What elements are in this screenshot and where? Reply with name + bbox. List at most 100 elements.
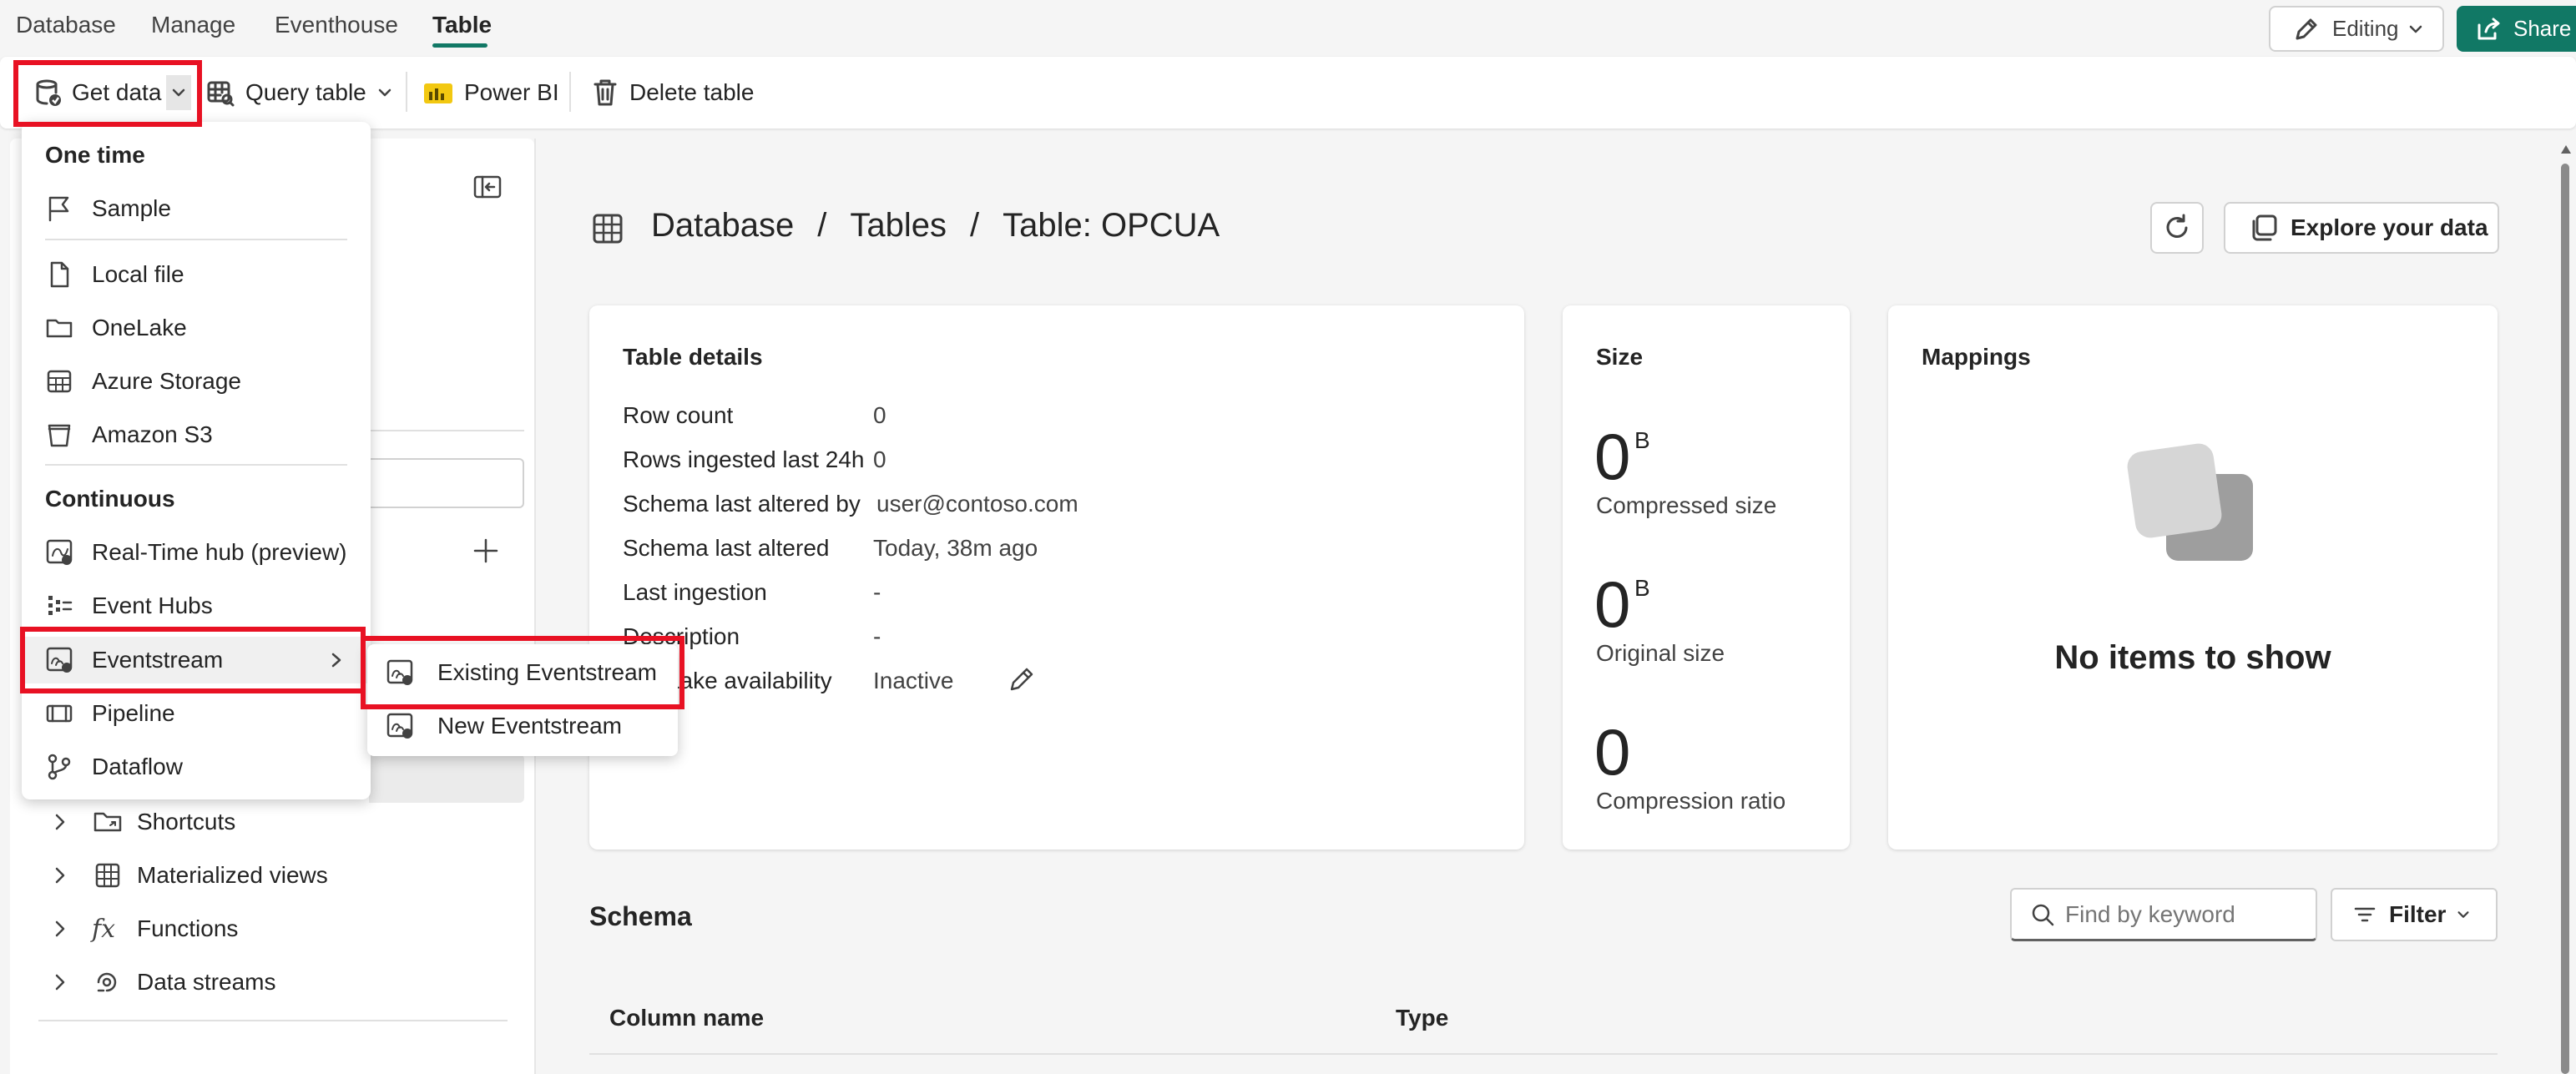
- power-bi-label: Power BI: [464, 79, 559, 105]
- chevron-down-icon: [378, 88, 391, 97]
- tree-item-functions[interactable]: fx Functions: [10, 912, 238, 945]
- tab-eventhouse[interactable]: Eventhouse: [275, 12, 398, 38]
- card-title: Table details: [623, 344, 763, 370]
- schema-altered-by-label: Schema last altered by: [623, 491, 861, 517]
- menu-item-azure-storage[interactable]: Azure Storage: [22, 358, 371, 405]
- tree-item-data-streams[interactable]: Data streams: [10, 966, 276, 999]
- top-tab-bar: Database Manage Eventhouse Table: [0, 0, 2576, 52]
- refresh-icon: [2166, 214, 2188, 238]
- menu-item-amazon-s3[interactable]: Amazon S3: [22, 411, 371, 458]
- function-icon: fx: [92, 914, 116, 944]
- menu-item-sample[interactable]: Sample: [22, 185, 371, 232]
- menu-item-label: Sample: [92, 195, 171, 221]
- compressed-size-value: 0: [1594, 420, 1631, 493]
- menu-item-realtime-hub[interactable]: Real-Time hub (preview): [22, 529, 371, 576]
- menu-item-onelake[interactable]: OneLake: [22, 305, 371, 351]
- eventstream-icon: [386, 713, 413, 739]
- tree-item-label: Data streams: [137, 969, 276, 995]
- tree-item-label: Materialized views: [137, 862, 328, 888]
- column-header-name[interactable]: Column name: [609, 1005, 764, 1031]
- tree-item-label: Functions: [137, 915, 239, 941]
- edit-pencil-icon[interactable]: [1007, 664, 1037, 694]
- menu-item-label: Event Hubs: [92, 592, 213, 618]
- tree-item-shortcuts[interactable]: Shortcuts: [10, 805, 235, 839]
- menu-section-one-time: One time: [45, 142, 145, 168]
- submenu-item-label: New Eventstream: [437, 713, 622, 739]
- menu-divider: [45, 464, 347, 466]
- menu-item-label: Amazon S3: [92, 421, 213, 447]
- menu-item-local-file[interactable]: Local file: [22, 251, 371, 298]
- collapse-pane-icon[interactable]: [472, 174, 503, 200]
- query-table-button[interactable]: Query table: [205, 75, 393, 110]
- menu-divider: [45, 239, 347, 240]
- share-button[interactable]: Share: [2457, 6, 2576, 52]
- pane-search-input[interactable]: [361, 458, 524, 508]
- compression-ratio-label: Compression ratio: [1596, 788, 1786, 814]
- scrollbar-thumb[interactable]: [2561, 164, 2569, 1074]
- delete-table-button[interactable]: Delete table: [591, 75, 754, 110]
- column-header-type[interactable]: Type: [1396, 1005, 1448, 1031]
- bucket-icon: [48, 424, 71, 447]
- highlight-get-data: [13, 60, 202, 127]
- table-view-icon: [95, 863, 120, 888]
- explore-icon: [2252, 214, 2277, 241]
- editing-mode-button[interactable]: Editing: [2269, 6, 2444, 52]
- ribbon-divider: [406, 72, 407, 112]
- compressed-size-label: Compressed size: [1596, 492, 1777, 518]
- add-icon[interactable]: [471, 536, 501, 566]
- filter-label: Filter: [2389, 901, 2447, 927]
- delete-table-label: Delete table: [629, 79, 755, 105]
- chevron-down-icon: [2409, 25, 2422, 33]
- breadcrumb-database[interactable]: Database: [651, 207, 794, 245]
- submenu-item-new-eventstream[interactable]: New Eventstream: [367, 703, 678, 749]
- tab-table[interactable]: Table: [432, 12, 492, 38]
- compressed-size-unit: B: [1634, 427, 1650, 453]
- folder-link-icon: [93, 812, 122, 832]
- ribbon-toolbar: Get data Query table Power BI Delete tab…: [0, 57, 2576, 129]
- last-ingestion-value: -: [873, 579, 881, 605]
- chevron-right-icon[interactable]: [50, 812, 70, 832]
- chevron-right-icon[interactable]: [50, 919, 70, 939]
- scroll-up-arrow-icon[interactable]: [2559, 144, 2573, 155]
- dataflow-icon: [48, 754, 71, 780]
- size-card: Size 0 B Compressed size 0 B Original si…: [1563, 305, 1850, 850]
- tab-database[interactable]: Database: [16, 12, 116, 38]
- mappings-card: Mappings No items to show: [1888, 305, 2498, 850]
- refresh-button[interactable]: [2150, 202, 2204, 254]
- breadcrumb-separator: /: [817, 207, 827, 244]
- schema-title: Schema: [589, 901, 692, 931]
- schema-search-input[interactable]: [2010, 888, 2317, 941]
- vertical-scrollbar[interactable]: [2556, 139, 2576, 1074]
- storage-grid-icon: [47, 370, 72, 393]
- chevron-right-icon[interactable]: [50, 972, 70, 992]
- schema-search-field[interactable]: [2065, 900, 2307, 928]
- menu-item-dataflow[interactable]: Dataflow: [22, 744, 371, 790]
- power-bi-icon: [424, 83, 452, 103]
- table-query-icon: [207, 81, 235, 107]
- breadcrumb: Database / Tables / Table: OPCUA: [651, 207, 1220, 245]
- card-title: Size: [1596, 344, 1644, 370]
- filter-button[interactable]: Filter: [2331, 888, 2498, 941]
- row-count-value: 0: [873, 402, 886, 428]
- original-size-value: 0: [1594, 567, 1631, 641]
- tree-item-materialized-views[interactable]: Materialized views: [10, 859, 328, 892]
- power-bi-button[interactable]: Power BI: [422, 75, 559, 110]
- onelake-availability-value: Inactive: [873, 668, 954, 693]
- chevron-right-icon[interactable]: [50, 865, 70, 885]
- empty-state-text: No items to show: [2054, 639, 2331, 676]
- menu-item-event-hubs[interactable]: Event Hubs: [22, 582, 371, 629]
- rows-24h-label: Rows ingested last 24h: [623, 446, 865, 472]
- pane-splitter[interactable]: [534, 139, 536, 1074]
- menu-item-pipeline[interactable]: Pipeline: [22, 690, 371, 737]
- breadcrumb-tables[interactable]: Tables: [850, 207, 947, 245]
- last-ingestion-label: Last ingestion: [623, 579, 767, 605]
- explore-data-button[interactable]: Explore your data: [2224, 202, 2499, 254]
- tab-manage[interactable]: Manage: [151, 12, 235, 38]
- chevron-down-icon: [2457, 911, 2469, 918]
- selected-tree-row[interactable]: [369, 754, 524, 803]
- pipeline-icon: [46, 704, 73, 723]
- schema-altered-value: Today, 38m ago: [873, 535, 1038, 561]
- pane-divider: [38, 1020, 508, 1021]
- schema-altered-by-value: user@contoso.com: [876, 491, 1078, 517]
- breadcrumb-separator: /: [969, 207, 980, 244]
